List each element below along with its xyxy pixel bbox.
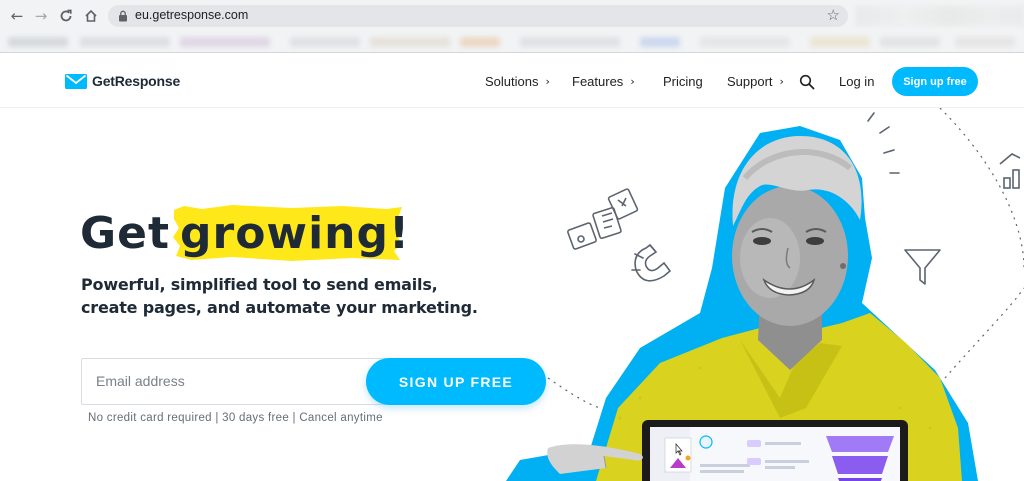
hero-title-get: Get [80,208,170,259]
nav-pricing[interactable]: Pricing [663,74,703,89]
nav-pricing-label: Pricing [663,74,703,89]
hero-subtitle-line-1: Powerful, simplified tool to send emails… [81,275,438,294]
site-header: GetResponse Solutions › Features › Prici… [0,54,1024,108]
reload-icon[interactable] [56,6,76,26]
hero-fineprint: No credit card required | 30 days free |… [88,412,383,424]
hero-title-highlight-wrap: growing! [173,205,411,261]
bookmarks-bar [0,31,1024,53]
extensions-area [856,6,1024,26]
nav-solutions[interactable]: Solutions › [485,74,550,89]
lock-icon [119,10,127,22]
chevron-right-icon: › [545,75,550,88]
nav-features-label: Features [572,74,624,89]
hero-title-growing: growing! [180,208,411,259]
logo-text: GetResponse [92,73,181,89]
envelope-logo-icon [65,73,87,89]
login-link[interactable]: Log in [839,74,874,89]
nav-features[interactable]: Features › [572,74,635,89]
home-icon[interactable] [81,6,101,26]
hero-title: Get growing! [80,205,411,261]
search-icon[interactable] [799,74,815,90]
logo[interactable]: GetResponse [65,73,180,89]
email-field[interactable] [96,373,376,389]
hero-section: Get growing! Powerful, simplified tool t… [0,108,1024,481]
browser-toolbar: ← → eu.getresponse.com ☆ [0,0,1024,31]
hero-signup-button[interactable]: SIGN UP FREE [366,358,546,405]
arrow-right-icon[interactable]: → [31,6,51,26]
chevron-right-icon: › [779,75,784,88]
nav-support[interactable]: Support › [727,74,784,89]
nav-solutions-label: Solutions [485,74,539,89]
hero-subtitle: Powerful, simplified tool to send emails… [81,273,478,319]
hero-subtitle-line-2: create pages, and automate your marketin… [81,298,478,317]
arrow-left-icon[interactable]: ← [7,6,27,26]
address-bar[interactable]: eu.getresponse.com ☆ [108,5,848,27]
star-icon[interactable]: ☆ [827,6,840,24]
nav-support-label: Support [727,74,773,89]
url-text: eu.getresponse.com [135,8,249,22]
signup-free-button[interactable]: Sign up free [892,67,978,96]
chevron-right-icon: › [630,75,635,88]
